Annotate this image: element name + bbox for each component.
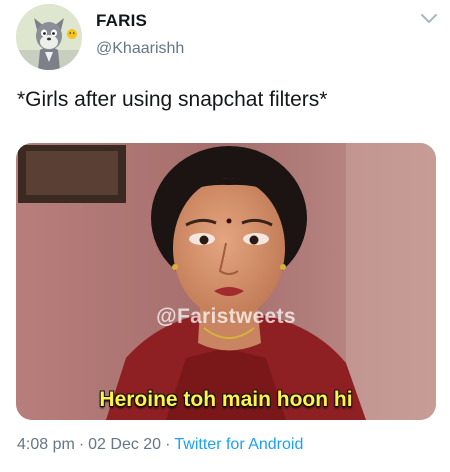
chevron-down-icon[interactable]	[420, 12, 438, 26]
tweet-time: 4:08 pm	[17, 436, 75, 453]
tweet-metadata: 4:08 pm · 02 Dec 20 · Twitter for Android	[17, 436, 303, 454]
tweet-media-image[interactable]: @Faristweets Heroine toh main hoon hi	[16, 143, 436, 420]
tweet-source-link[interactable]: Twitter for Android	[174, 436, 303, 453]
author-handle[interactable]: @Khaarishh	[96, 40, 184, 58]
tweet-card: FARIS @Khaarishh *Girls after using snap…	[0, 0, 450, 472]
avatar[interactable]	[16, 4, 82, 70]
media-watermark: @Faristweets	[156, 305, 296, 328]
media-subtitle: Heroine toh main hoon hi	[99, 388, 353, 411]
author-display-name[interactable]: FARIS	[96, 11, 147, 31]
tweet-text: *Girls after using snapchat filters*	[17, 88, 328, 111]
meta-separator: ·	[165, 436, 171, 453]
meta-separator: ·	[78, 436, 85, 453]
tom-cat-avatar-icon	[16, 4, 82, 70]
tweet-date: 02 Dec 20	[88, 436, 162, 453]
meme-photo	[16, 143, 436, 420]
